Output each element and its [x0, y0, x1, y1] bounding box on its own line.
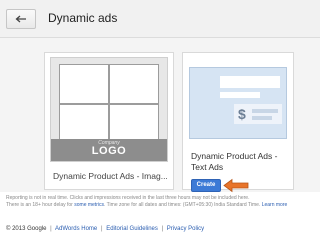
company-logo-band: Company LOGO — [51, 139, 167, 161]
copyright-text: © 2013 Google — [6, 226, 47, 232]
thumbnail-line-bar — [252, 109, 278, 113]
image-ads-title: Dynamic Product Ads - Imag... — [53, 171, 168, 181]
notice-line-2: There is an 18+ hour delay for some metr… — [6, 202, 318, 209]
footer-separator: | — [50, 226, 52, 232]
notice-text: There is an 18+ hour delay for — [6, 202, 75, 208]
create-button[interactable]: Create — [191, 179, 221, 192]
text-ad-thumbnail: $ — [189, 67, 287, 139]
dollar-symbol: $ — [238, 106, 246, 122]
reporting-notice: Reporting is not in real time. Clicks an… — [6, 195, 318, 209]
notice-text: . Time zone for all dates and times: (GM… — [103, 202, 262, 208]
thumbnail-line-bar — [220, 92, 260, 98]
top-bar: Dynamic ads — [0, 0, 320, 38]
ad-format-gallery: Company LOGO Dynamic Product Ads - Imag.… — [0, 38, 320, 193]
thumbnail-cell — [59, 104, 109, 142]
adwords-home-link[interactable]: AdWords Home — [55, 226, 97, 232]
back-button[interactable] — [6, 9, 36, 29]
notice-line-1: Reporting is not in real time. Clicks an… — [6, 195, 250, 201]
image-ad-thumbnail: Company LOGO — [50, 57, 168, 162]
learn-more-link[interactable]: Learn more — [262, 202, 288, 208]
privacy-policy-link[interactable]: Privacy Policy — [167, 226, 204, 232]
some-metrics-link[interactable]: some metrics — [74, 202, 104, 208]
editorial-guidelines-link[interactable]: Editorial Guidelines — [106, 226, 158, 232]
thumbnail-headline-bar — [220, 76, 280, 88]
text-ads-title: Dynamic Product Ads - Text Ads — [191, 151, 278, 172]
thumbnail-line-bar — [252, 116, 272, 120]
logo-text: LOGO — [91, 145, 127, 157]
annotation-arrow-icon — [223, 178, 249, 193]
footer-separator: | — [161, 226, 164, 232]
page-title: Dynamic ads — [48, 11, 118, 25]
image-ads-card[interactable]: Company LOGO Dynamic Product Ads - Imag.… — [44, 52, 174, 190]
back-arrow-icon — [15, 10, 27, 28]
footer-separator: | — [100, 226, 103, 232]
thumbnail-cell — [59, 64, 109, 104]
footer: © 2013 Google | AdWords Home | Editorial… — [6, 226, 318, 232]
thumbnail-cell — [109, 104, 159, 142]
text-ads-card[interactable]: $ Dynamic Product Ads - Text Ads Create — [182, 52, 294, 193]
thumbnail-cell — [109, 64, 159, 104]
